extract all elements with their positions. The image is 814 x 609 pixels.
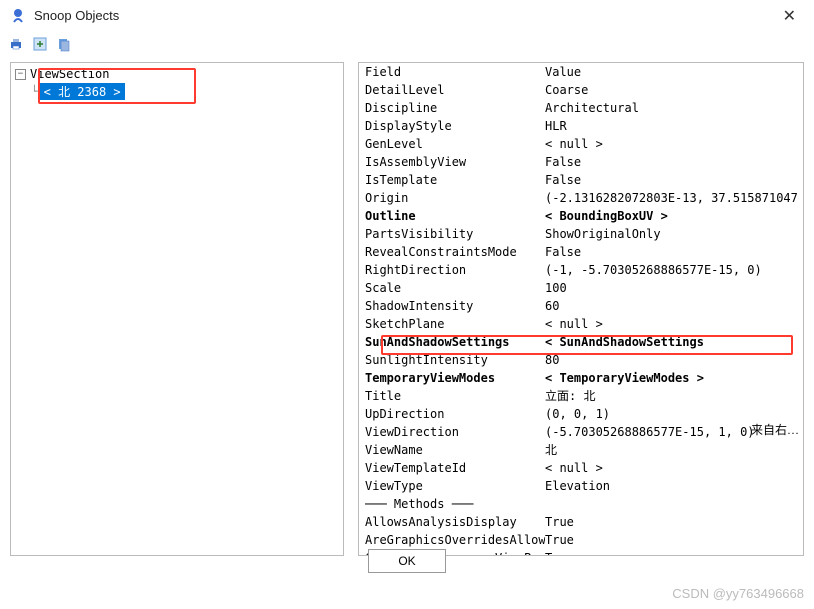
property-field: ViewDirection [365, 424, 545, 440]
header-value: Value [545, 64, 797, 80]
property-value: < BoundingBoxUV > [545, 208, 797, 224]
tree-connector: └ [31, 85, 38, 98]
property-row[interactable]: RevealConstraintsModeFalse [359, 243, 803, 261]
property-value: < null > [545, 460, 797, 476]
property-value: (0, 0, 1) [545, 406, 797, 422]
property-field: SunAndShadowSettings [365, 334, 545, 350]
property-row[interactable]: SunlightIntensity80 [359, 351, 803, 369]
bottom-bar: OK [0, 543, 814, 579]
property-row[interactable]: UpDirection(0, 0, 1) [359, 405, 803, 423]
method-row[interactable]: AllowsAnalysisDisplayTrue [359, 513, 803, 531]
property-value: Elevation [545, 478, 797, 494]
print-icon[interactable] [8, 36, 24, 52]
property-value: 80 [545, 352, 797, 368]
extra-label: 来自右… [751, 421, 799, 438]
collapse-icon[interactable]: − [15, 69, 26, 80]
property-field: Outline [365, 208, 545, 224]
method-value: True [545, 514, 797, 530]
property-field: DisplayStyle [365, 118, 545, 134]
property-row[interactable]: Origin(-2.1316282072803E-13, 37.51587104… [359, 189, 803, 207]
property-field: ShadowIntensity [365, 298, 545, 314]
property-value: 60 [545, 298, 797, 314]
property-row[interactable]: RightDirection(-1, -5.70305268886577E-15… [359, 261, 803, 279]
tree-child-label: < 北 2368 > [40, 83, 125, 100]
property-row[interactable]: Scale100 [359, 279, 803, 297]
properties-panel[interactable]: Field Value DetailLevelCoarseDisciplineA… [358, 62, 804, 556]
method-field: AllowsAnalysisDisplay [365, 514, 545, 530]
property-row[interactable]: SunAndShadowSettings< SunAndShadowSettin… [359, 333, 803, 351]
property-row[interactable]: Outline< BoundingBoxUV > [359, 207, 803, 225]
property-row[interactable]: PartsVisibilityShowOriginalOnly [359, 225, 803, 243]
property-field: SketchPlane [365, 316, 545, 332]
property-field: IsAssemblyView [365, 154, 545, 170]
property-value: (-2.1316282072803E-13, 37.515871047 [545, 190, 797, 206]
property-value: False [545, 172, 797, 188]
property-value: 立面: 北 [545, 388, 797, 404]
toolbar [0, 32, 814, 56]
methods-label: ─── Methods ─── [365, 496, 545, 512]
property-row[interactable]: ShadowIntensity60 [359, 297, 803, 315]
property-value: < TemporaryViewModes > [545, 370, 797, 386]
property-value: Coarse [545, 82, 797, 98]
property-field: DetailLevel [365, 82, 545, 98]
property-field: GenLevel [365, 136, 545, 152]
methods-divider: ─── Methods ─── [359, 495, 803, 513]
property-value: < null > [545, 136, 797, 152]
property-row[interactable]: ViewName北 [359, 441, 803, 459]
property-row[interactable]: IsTemplateFalse [359, 171, 803, 189]
tree-root[interactable]: − ViewSection [15, 67, 339, 81]
ok-button[interactable]: OK [368, 549, 446, 573]
property-row[interactable]: DisciplineArchitectural [359, 99, 803, 117]
property-field: ViewName [365, 442, 545, 458]
property-row[interactable]: GenLevel< null > [359, 135, 803, 153]
property-row[interactable]: DetailLevelCoarse [359, 81, 803, 99]
property-value: False [545, 244, 797, 260]
property-row[interactable]: SketchPlane< null > [359, 315, 803, 333]
close-button[interactable]: ✕ [775, 2, 804, 30]
property-row[interactable]: ViewDirection(-5.70305268886577E-15, 1, … [359, 423, 803, 441]
property-value: 100 [545, 280, 797, 296]
property-field: Title [365, 388, 545, 404]
property-row[interactable]: ViewTypeElevation [359, 477, 803, 495]
property-field: RevealConstraintsMode [365, 244, 545, 260]
property-field: ViewTemplateId [365, 460, 545, 476]
property-row[interactable]: ViewTemplateId< null > [359, 459, 803, 477]
property-field: SunlightIntensity [365, 352, 545, 368]
property-field: UpDirection [365, 406, 545, 422]
property-field: ViewType [365, 478, 545, 494]
property-value: (-1, -5.70305268886577E-15, 0) [545, 262, 797, 278]
property-value: < null > [545, 316, 797, 332]
header-field: Field [365, 64, 545, 80]
property-value: < SunAndShadowSettings [545, 334, 797, 350]
property-field: Origin [365, 190, 545, 206]
property-row[interactable]: TemporaryViewModes< TemporaryViewModes > [359, 369, 803, 387]
property-field: RightDirection [365, 262, 545, 278]
content: − ViewSection └ < 北 2368 > Field Value D… [0, 56, 814, 556]
property-field: Scale [365, 280, 545, 296]
tree-panel: − ViewSection └ < 北 2368 > [10, 62, 344, 556]
property-field: Discipline [365, 100, 545, 116]
titlebar: Snoop Objects ✕ [0, 0, 814, 32]
property-value: ShowOriginalOnly [545, 226, 797, 242]
property-header: Field Value [359, 63, 803, 81]
property-value: 北 [545, 442, 797, 458]
property-field: TemporaryViewModes [365, 370, 545, 386]
tree-child[interactable]: └ < 北 2368 > [31, 83, 339, 100]
property-row[interactable]: Title立面: 北 [359, 387, 803, 405]
copy-icon[interactable] [56, 36, 72, 52]
app-icon [10, 8, 26, 24]
property-field: IsTemplate [365, 172, 545, 188]
watermark: CSDN @yy763496668 [672, 586, 804, 601]
property-value: HLR [545, 118, 797, 134]
property-row[interactable]: IsAssemblyViewFalse [359, 153, 803, 171]
property-field: PartsVisibility [365, 226, 545, 242]
property-value: Architectural [545, 100, 797, 116]
add-icon[interactable] [32, 36, 48, 52]
property-row[interactable]: DisplayStyleHLR [359, 117, 803, 135]
tree-root-label: ViewSection [30, 67, 109, 81]
property-value: False [545, 154, 797, 170]
window-title: Snoop Objects [34, 8, 119, 23]
